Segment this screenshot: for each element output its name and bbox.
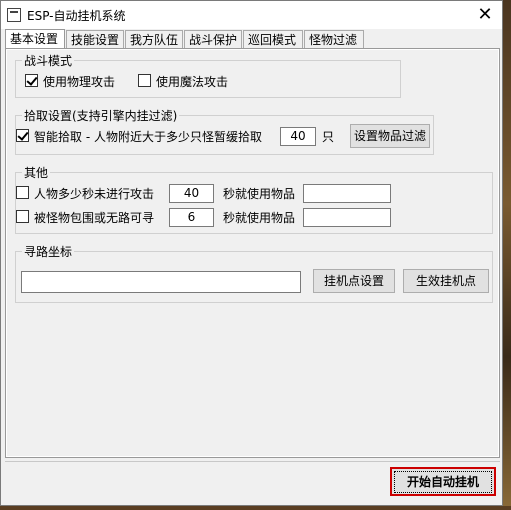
auto-hang-window: ESP-自动挂机系统 ✕ 基本设置 技能设置 我方队伍 战斗保护 巡回模式 怪物…	[0, 0, 503, 506]
smart-pickup-checkbox[interactable]	[16, 129, 29, 142]
group-pickup-title: 拾取设置(支持引擎内挂过滤)	[22, 107, 180, 124]
set-hang-point-button[interactable]: 挂机点设置	[313, 269, 395, 293]
close-icon[interactable]: ✕	[468, 1, 502, 29]
surrounded-label: 被怪物包围或无路可寻	[34, 211, 155, 225]
physical-attack-label: 使用物理攻击	[43, 75, 116, 89]
idle-item-input[interactable]	[303, 184, 391, 203]
background-game-scene-bottom	[0, 506, 511, 510]
group-combat-mode: 战斗模式 使用物理攻击 使用魔法攻击	[15, 52, 401, 98]
idle-attack-checkbox[interactable]	[16, 186, 29, 199]
monster-count-input[interactable]: 40	[280, 127, 316, 146]
magic-attack-checkbox[interactable]	[138, 74, 151, 87]
idle-attack-label: 人物多少秒未进行攻击	[34, 187, 155, 201]
count-unit-label: 只	[322, 130, 335, 144]
start-auto-hang-button[interactable]: 开始自动挂机	[390, 467, 496, 496]
footer-separator	[5, 461, 500, 462]
tab-basic-settings[interactable]: 基本设置	[5, 29, 65, 49]
tab-skill-settings[interactable]: 技能设置	[66, 30, 124, 48]
surrounded-seconds-input[interactable]: 6	[169, 208, 214, 227]
tab-patrol-mode[interactable]: 巡回模式	[243, 30, 303, 48]
group-pathing-title: 寻路坐标	[22, 243, 75, 260]
group-pickup-settings: 拾取设置(支持引擎内挂过滤) 智能拾取 - 人物附近大于多少只怪暂缓拾取 40 …	[15, 107, 434, 155]
set-item-filter-button[interactable]: 设置物品过滤	[350, 124, 430, 148]
path-coordinate-input[interactable]	[21, 271, 301, 293]
background-game-scene	[503, 0, 511, 510]
smart-pickup-label: 智能拾取 - 人物附近大于多少只怪暂缓拾取	[34, 130, 262, 144]
surrounded-checkbox[interactable]	[16, 210, 29, 223]
surrounded-item-input[interactable]	[303, 208, 391, 227]
idle-use-item-label: 秒就使用物品	[223, 187, 296, 201]
app-icon	[7, 8, 21, 22]
surrounded-use-item-label: 秒就使用物品	[223, 211, 296, 225]
idle-seconds-input[interactable]: 40	[169, 184, 214, 203]
tab-panel-basic: 战斗模式 使用物理攻击 使用魔法攻击 拾取设置(支持引擎内挂过滤) 智能拾取 -…	[5, 48, 500, 458]
start-auto-hang-label: 开始自动挂机	[394, 471, 492, 493]
title-bar[interactable]: ESP-自动挂机系统 ✕	[1, 1, 502, 29]
window-title: ESP-自动挂机系统	[27, 9, 126, 23]
group-other: 其他 人物多少秒未进行攻击 40 秒就使用物品 被怪物包围或无路可寻 6 秒就使…	[15, 164, 493, 234]
physical-attack-checkbox[interactable]	[25, 74, 38, 87]
tab-monster-filter[interactable]: 怪物过滤	[304, 30, 364, 48]
magic-attack-label: 使用魔法攻击	[156, 75, 229, 89]
group-combat-mode-title: 战斗模式	[22, 52, 75, 69]
tab-our-team[interactable]: 我方队伍	[125, 30, 183, 48]
group-pathing: 寻路坐标 挂机点设置 生效挂机点	[15, 243, 493, 303]
group-other-title: 其他	[22, 164, 51, 181]
tab-combat-protection[interactable]: 战斗保护	[184, 30, 242, 48]
apply-hang-point-button[interactable]: 生效挂机点	[403, 269, 489, 293]
